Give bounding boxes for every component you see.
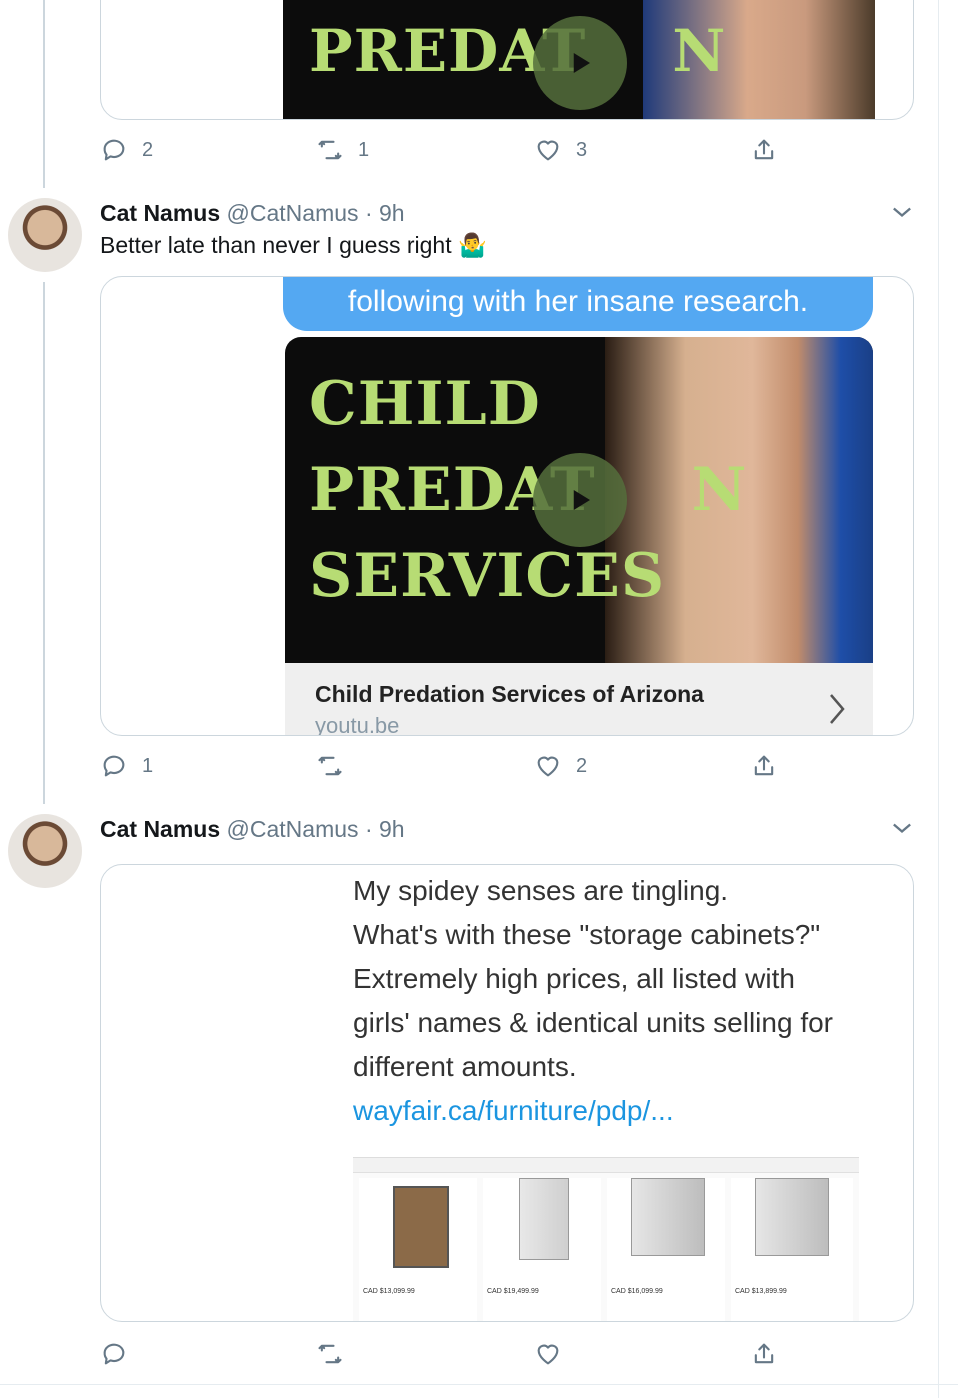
product-image xyxy=(631,1178,705,1256)
tweet-time[interactable]: · 9h xyxy=(365,200,405,226)
avatar[interactable] xyxy=(8,814,82,888)
image-text-line: My spidey senses are tingling. xyxy=(353,875,729,906)
share-button[interactable] xyxy=(750,1338,778,1370)
link-domain: youtu.be xyxy=(315,713,400,736)
image-text-line: girls' names & identical units selling f… xyxy=(353,1007,834,1038)
reply-button[interactable]: 1 xyxy=(100,750,153,782)
thread-line xyxy=(43,0,45,188)
user-handle[interactable]: @CatNamus xyxy=(227,816,359,842)
video-title-line: CHILD xyxy=(309,369,541,439)
play-icon xyxy=(573,490,590,510)
tweet-menu-button[interactable] xyxy=(888,814,916,842)
product-tile: CAD $19,499.99 xyxy=(483,1178,601,1321)
image-caption: following with her insane research. xyxy=(347,285,809,318)
retweet-button[interactable] xyxy=(316,750,358,782)
product-price: CAD $16,099.99 xyxy=(611,1288,663,1295)
like-icon xyxy=(537,756,559,777)
timeline-bottom-border xyxy=(0,1384,958,1385)
video-title-line: SERVICES xyxy=(309,541,666,611)
chevron-down-icon xyxy=(893,823,911,834)
image-link-text: wayfair.ca/furniture/pdp/... xyxy=(353,1095,674,1126)
product-price: CAD $13,899.99 xyxy=(735,1288,787,1295)
like-icon xyxy=(537,1344,559,1365)
play-button[interactable] xyxy=(533,453,627,547)
reply-button[interactable]: 2 xyxy=(100,134,153,166)
tweet-time[interactable]: · 9h xyxy=(365,816,405,842)
image-text-line: different amounts. xyxy=(353,1051,577,1082)
avatar[interactable] xyxy=(8,198,82,272)
product-tile: CAD $16,099.99 xyxy=(607,1178,725,1321)
shrug-emoji: 🤷‍♂️ xyxy=(457,232,487,258)
like-button[interactable]: 3 xyxy=(534,134,587,166)
media-card[interactable]: following with her insane research. CHIL… xyxy=(100,276,914,736)
video-title-line: PREDAT N xyxy=(309,455,748,525)
retweet-button[interactable] xyxy=(316,1338,358,1370)
chevron-right-icon xyxy=(830,694,845,724)
like-button[interactable] xyxy=(534,1338,576,1370)
like-button[interactable]: 2 xyxy=(534,750,587,782)
reply-icon xyxy=(103,755,125,777)
product-image xyxy=(755,1178,829,1256)
user-handle[interactable]: @CatNamus xyxy=(227,200,359,226)
retweet-icon xyxy=(318,140,342,160)
image-text-line: Extremely high prices, all listed with xyxy=(353,963,795,994)
reply-count: 1 xyxy=(142,754,154,777)
video-thumbnail[interactable]: CHILD PREDAT N SERVICES xyxy=(285,337,873,663)
tweet-text: Better late than never I guess right 🤷‍♂… xyxy=(100,232,487,258)
product-price: CAD $19,499.99 xyxy=(487,1288,539,1295)
link-title: Child Predation Services of Arizona xyxy=(315,681,704,707)
video-thumbnail[interactable]: PREDAT N xyxy=(283,0,875,119)
share-icon xyxy=(754,1343,774,1364)
tweet-header: Cat Namus @CatNamus · 9h xyxy=(100,816,405,843)
tweet-actions: 2 1 3 xyxy=(100,134,800,166)
display-name[interactable]: Cat Namus xyxy=(100,816,220,842)
tweet-actions: 1 2 xyxy=(100,750,800,782)
tweet-header: Cat Namus @CatNamus · 9h xyxy=(100,200,405,227)
chevron-down-icon xyxy=(893,207,911,218)
product-image xyxy=(519,1178,569,1260)
reply-button[interactable] xyxy=(100,1338,142,1370)
display-name[interactable]: Cat Namus xyxy=(100,200,220,226)
tweet-actions xyxy=(100,1338,800,1370)
site-header-bar xyxy=(353,1158,859,1173)
reply-icon xyxy=(103,1343,125,1365)
reply-icon xyxy=(103,139,125,161)
product-price: CAD $13,099.99 xyxy=(363,1288,415,1295)
share-button[interactable] xyxy=(750,134,778,166)
product-tile: CAD $13,099.99 xyxy=(359,1178,477,1321)
timeline-right-border xyxy=(938,0,939,1398)
share-button[interactable] xyxy=(750,750,778,782)
video-card[interactable]: PREDAT N xyxy=(100,0,914,120)
share-icon xyxy=(754,139,774,160)
retweet-icon xyxy=(318,756,342,776)
product-image xyxy=(393,1186,449,1268)
like-icon xyxy=(537,140,559,161)
image-caption-bubble: following with her insane research. xyxy=(283,277,873,331)
thread-line xyxy=(43,282,45,804)
tweet-menu-button[interactable] xyxy=(888,198,916,226)
image-card[interactable]: My spidey senses are tingling. What's wi… xyxy=(100,864,914,1322)
retweet-button[interactable]: 1 xyxy=(316,134,369,166)
retweet-count: 1 xyxy=(358,138,370,161)
product-strip: CAD $13,099.99 CAD $19,499.99 CAD $16,09… xyxy=(353,1157,859,1321)
play-icon xyxy=(573,53,590,73)
retweet-icon xyxy=(318,1344,342,1364)
like-count: 3 xyxy=(576,138,588,161)
play-button[interactable] xyxy=(533,16,627,110)
share-icon xyxy=(754,755,774,776)
like-count: 2 xyxy=(576,754,588,777)
image-text-line: What's with these "storage cabinets?" xyxy=(353,919,821,950)
link-preview[interactable]: Child Predation Services of Arizona yout… xyxy=(285,663,873,736)
product-tile: CAD $13,899.99 xyxy=(731,1178,853,1321)
video-title-text: PREDAT N xyxy=(309,17,727,85)
reply-count: 2 xyxy=(142,138,154,161)
